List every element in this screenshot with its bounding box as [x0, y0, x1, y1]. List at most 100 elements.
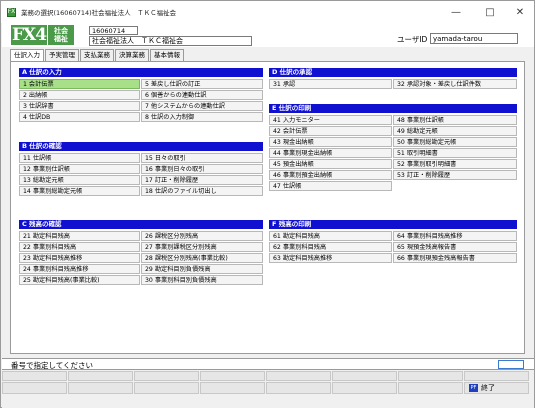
menu-item[interactable]: 25 勘定科目残高(事業比較): [19, 275, 140, 285]
menu-item[interactable]: 41 入力モニター: [269, 115, 392, 125]
menu-item[interactable]: 4 仕訳DB: [19, 112, 140, 122]
section-e-journal-print: E 仕訳の印刷 41 入力モニター 48 事業別仕訳帳 42 会計伝票 49 総…: [269, 104, 517, 191]
status-cell: [464, 371, 529, 381]
status-cell: [266, 371, 331, 381]
menu-item[interactable]: 62 事業別科目残高: [269, 242, 392, 252]
menu-item[interactable]: 30 事業別科目別負債残高: [141, 275, 263, 285]
status-cell: [398, 371, 463, 381]
menu-item[interactable]: 32 承認対象・差戻し仕訳件数: [393, 79, 517, 89]
function-key-slot[interactable]: [398, 382, 463, 394]
application-window: FX 業務の選択(16060714)社会福祉法人 ＴＫＣ福祉会 — □ ✕ FX…: [0, 0, 535, 408]
pf-key-icon: PF: [469, 384, 478, 392]
section-c-balance-review: C 残高の確認 21 勘定科目残高 26 課税区分別残高 22 事業別科目残高 …: [19, 220, 263, 285]
user-id-field: yamada-tarou: [430, 33, 518, 44]
function-key-slot[interactable]: [266, 382, 331, 394]
menu-item[interactable]: 63 勘定科目残高推移: [269, 253, 392, 263]
menu-item[interactable]: 23 勘定科目残高推移: [19, 253, 140, 263]
menu-item[interactable]: 15 日々の取引: [141, 153, 263, 163]
menu-item[interactable]: 29 勘定科目別負債残高: [141, 264, 263, 274]
header: FX4 社会 福祉 16060714 社会福祉法人 ＴＫＣ福祉会 ユーザID y…: [2, 23, 534, 47]
menu-item[interactable]: 2 出納帳: [19, 90, 140, 100]
logo-sub-line1: 社会: [54, 27, 68, 35]
section-header: A 仕訳の入力: [19, 68, 263, 77]
menu-item[interactable]: 21 勘定科目残高: [19, 231, 140, 241]
menu-item[interactable]: 3 仕訳辞書: [19, 101, 140, 111]
menu-item[interactable]: 22 事業別科目残高: [19, 242, 140, 252]
menu-item[interactable]: 61 勘定科目残高: [269, 231, 392, 241]
product-logo-sub: 社会 福祉: [48, 25, 74, 45]
menu-item[interactable]: 46 事業別預金出納帳: [269, 170, 392, 180]
menu-item[interactable]: 51 取引明細書: [393, 148, 517, 158]
menu-item[interactable]: 47 仕訳帳: [269, 181, 392, 191]
menu-item[interactable]: 16 事業別日々の取引: [141, 164, 263, 174]
window-bottom: [2, 395, 534, 408]
minimize-button[interactable]: —: [441, 3, 471, 21]
section-header: B 仕訳の確認: [19, 142, 263, 151]
menu-item[interactable]: 17 訂正・削除履歴: [141, 175, 263, 185]
menu-item[interactable]: 27 事業別課税区分別残高: [141, 242, 263, 252]
section-header: D 仕訳の承認: [269, 68, 517, 77]
window-title: 業務の選択(16060714)社会福祉法人 ＴＫＣ福祉会: [21, 9, 177, 17]
function-key-bar: [2, 382, 534, 394]
menu-item[interactable]: 6 個善からの連動仕訳: [141, 90, 263, 100]
menu-item[interactable]: 53 訂正・削除履歴: [393, 170, 517, 180]
tab-budget-management[interactable]: 予実管理: [45, 49, 79, 61]
menu-item[interactable]: 7 他システムからの連動仕訳: [141, 101, 263, 111]
menu-item[interactable]: 24 事業別科目残高推移: [19, 264, 140, 274]
function-key-slot[interactable]: [332, 382, 397, 394]
function-key-slot[interactable]: [134, 382, 199, 394]
menu-item[interactable]: 12 事業別仕訳帳: [19, 164, 140, 174]
corporation-name-field: 社会福祉法人 ＴＫＣ福祉会: [89, 36, 252, 46]
product-logo: FX4: [11, 25, 47, 45]
function-key-slot[interactable]: [68, 382, 133, 394]
command-prompt: 番号で指定してください: [11, 361, 94, 370]
menu-item[interactable]: 26 課税区分別残高: [141, 231, 263, 241]
menu-item[interactable]: 65 現預金残高報告書: [393, 242, 517, 252]
menu-item[interactable]: 48 事業別仕訳帳: [393, 115, 517, 125]
function-key-slot[interactable]: [2, 382, 67, 394]
maximize-button[interactable]: □: [475, 3, 505, 21]
section-d-journal-approval: D 仕訳の承認 31 承認 32 承認対象・差戻し仕訳件数: [269, 68, 517, 89]
menu-item[interactable]: 18 仕訳のファイル切出し: [141, 186, 263, 196]
minimize-icon: —: [451, 6, 461, 18]
status-strip: [2, 371, 534, 381]
menu-item[interactable]: 28 課税区分別残高(事業比較): [141, 253, 263, 263]
section-header: F 残高の印刷: [269, 220, 517, 229]
status-cell: [200, 371, 265, 381]
menu-item[interactable]: 8 仕訳の入力制御: [141, 112, 263, 122]
command-number-input[interactable]: [498, 360, 524, 369]
menu-item[interactable]: 52 事業別取引明細書: [393, 159, 517, 169]
section-a-journal-input: A 仕訳の入力 1 会計伝票 5 差戻し仕訳の訂正 2 出納帳 6 個善からの連…: [19, 68, 263, 122]
menu-item[interactable]: 13 総勘定元帳: [19, 175, 140, 185]
menu-item[interactable]: 42 会計伝票: [269, 126, 392, 136]
menu-item[interactable]: 14 事業別総勘定元帳: [19, 186, 140, 196]
menu-item[interactable]: 49 総勘定元帳: [393, 126, 517, 136]
menu-item-empty: [393, 181, 517, 191]
menu-item[interactable]: 44 事業別現金出納帳: [269, 148, 392, 158]
menu-item[interactable]: 45 預金出納帳: [269, 159, 392, 169]
menu-grid: 41 入力モニター 48 事業別仕訳帳 42 会計伝票 49 総勘定元帳 43 …: [269, 115, 517, 191]
menu-item[interactable]: 66 事業別現預金残高報告書: [393, 253, 517, 263]
menu-item[interactable]: 1 会計伝票: [19, 79, 140, 89]
close-icon: ✕: [515, 6, 525, 18]
title-bar: FX 業務の選択(16060714)社会福祉法人 ＴＫＣ福祉会 — □ ✕: [1, 1, 534, 23]
tab-payment[interactable]: 支払業務: [80, 49, 114, 61]
menu-item[interactable]: 31 承認: [269, 79, 392, 89]
menu-panel: A 仕訳の入力 1 会計伝票 5 差戻し仕訳の訂正 2 出納帳 6 個善からの連…: [10, 61, 525, 354]
exit-button[interactable]: PF 終了: [469, 383, 499, 393]
function-key-slot[interactable]: [200, 382, 265, 394]
menu-item[interactable]: 64 事業別科目残高推移: [393, 231, 517, 241]
menu-item[interactable]: 5 差戻し仕訳の訂正: [141, 79, 263, 89]
menu-grid: 61 勘定科目残高 64 事業別科目残高推移 62 事業別科目残高 65 現預金…: [269, 231, 517, 263]
tab-basic-info[interactable]: 基本情報: [150, 49, 184, 61]
close-button[interactable]: ✕: [505, 3, 535, 21]
menu-item[interactable]: 43 現金出納帳: [269, 137, 392, 147]
tab-closing[interactable]: 決算業務: [115, 49, 149, 61]
exit-label: 終了: [481, 384, 495, 392]
user-id-label: ユーザID: [397, 35, 428, 44]
menu-item[interactable]: 11 仕訳帳: [19, 153, 140, 163]
menu-item[interactable]: 50 事業別総勘定元帳: [393, 137, 517, 147]
command-row: 番号で指定してください: [2, 358, 534, 370]
status-cell: [332, 371, 397, 381]
corporation-code-field: 16060714: [89, 26, 138, 35]
